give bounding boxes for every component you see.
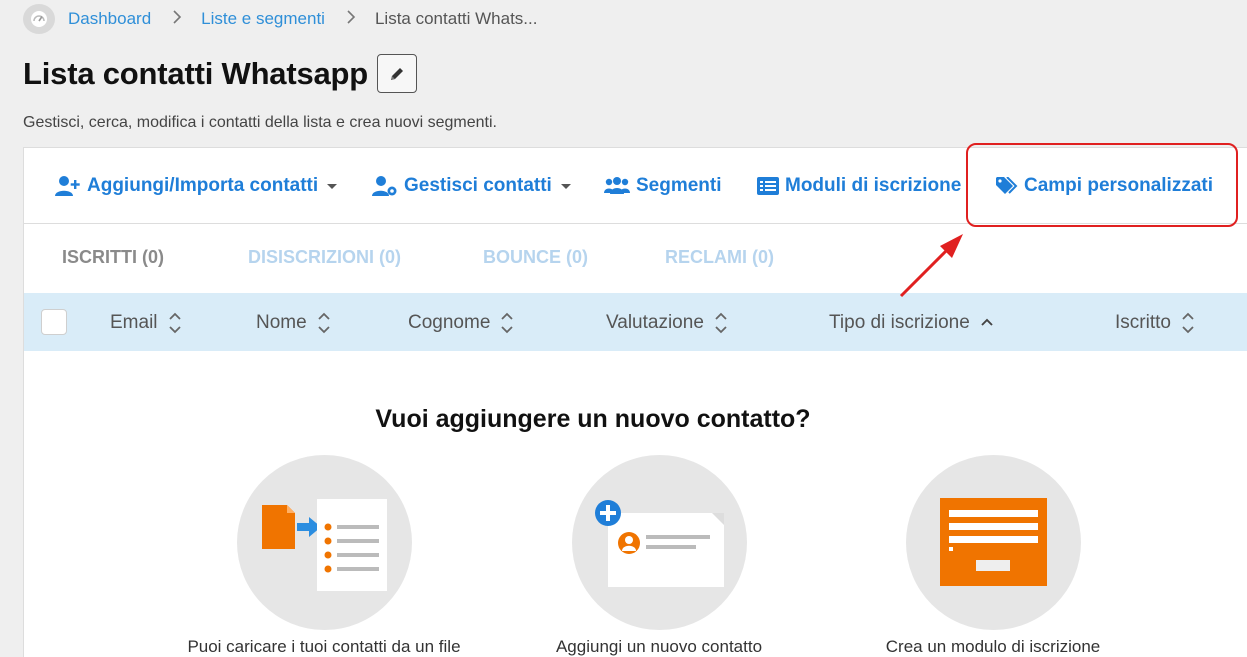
tab-bounce[interactable]: BOUNCE (0) (483, 247, 588, 268)
user-plus-icon (55, 176, 80, 196)
speedometer-icon[interactable] (23, 4, 55, 34)
caret-down-icon (560, 183, 571, 189)
user-gear-icon (372, 176, 397, 196)
custom-fields-label: Campi personalizzati (1024, 175, 1213, 196)
pencil-icon (391, 67, 404, 80)
column-email-label: Email (110, 312, 158, 333)
contacts-card: Aggiungi/Importa contatti Gestisci conta… (23, 143, 1247, 657)
forms-button[interactable]: Moduli di iscrizione (757, 171, 961, 201)
users-icon (604, 177, 630, 194)
select-all-checkbox[interactable] (41, 309, 67, 335)
contact-card-illustration-icon (571, 455, 747, 630)
sort-icon (168, 312, 181, 334)
empty-state-title: Vuoi aggiungere un nuovo contatto? (375, 405, 811, 433)
add-import-contacts-button[interactable]: Aggiungi/Importa contatti (55, 171, 338, 201)
tab-disiscrizioni[interactable]: DISISCRIZIONI (0) (248, 247, 401, 268)
table-header: Email Nome Cognome Valutazione Tipo di i… (24, 293, 1247, 351)
annotation-arrow-icon (899, 234, 963, 298)
title-row: Lista contatti Whatsapp (23, 54, 418, 93)
column-cognome-label: Cognome (408, 312, 491, 333)
tab-iscritti[interactable]: ISCRITTI (0) (62, 247, 164, 268)
create-form-text: Crea un modulo di iscrizione (885, 637, 1101, 656)
breadcrumb-current: Lista contatti Whats... (374, 9, 538, 28)
add-import-contacts-label: Aggiungi/Importa contatti (87, 175, 319, 196)
chevron-right-icon (172, 9, 182, 29)
tags-icon (996, 177, 1018, 194)
upload-from-file-text: Puoi caricare i tuoi contatti da un file (187, 637, 461, 656)
breadcrumb-dashboard[interactable]: Dashboard (68, 9, 151, 29)
upload-from-file-option[interactable]: Puoi caricare i tuoi contatti da un file (154, 455, 494, 657)
segments-label: Segmenti (636, 175, 722, 196)
chevron-right-icon (346, 9, 356, 29)
column-tipo-iscrizione-label: Tipo di iscrizione (829, 312, 970, 333)
create-form-option[interactable]: Crea un modulo di iscrizione (823, 455, 1163, 657)
column-iscritto-label: Iscritto (1115, 312, 1171, 333)
edit-title-button[interactable] (377, 54, 418, 93)
sort-icon (1182, 312, 1194, 334)
sort-icon (318, 312, 330, 334)
column-iscritto[interactable]: Iscritto (1115, 311, 1195, 335)
sort-ascending-icon (981, 318, 993, 326)
tabs: ISCRITTI (0) DISISCRIZIONI (0) BOUNCE (0… (24, 225, 1247, 293)
page-subtitle: Gestisci, cerca, modifica i contatti del… (23, 114, 497, 131)
breadcrumb-liste-segmenti[interactable]: Liste e segmenti (201, 9, 325, 29)
file-import-illustration-icon (236, 455, 412, 630)
caret-down-icon (327, 183, 338, 189)
column-valutazione-label: Valutazione (606, 312, 704, 333)
custom-fields-button[interactable]: Campi personalizzati (996, 171, 1213, 201)
form-list-icon (757, 177, 779, 195)
add-new-contact-option[interactable]: Aggiungi un nuovo contatto (489, 455, 829, 657)
column-email[interactable]: Email (110, 311, 182, 335)
add-new-contact-text: Aggiungi un nuovo contatto (555, 637, 763, 656)
manage-contacts-button[interactable]: Gestisci contatti (372, 171, 571, 201)
tab-reclami[interactable]: RECLAMI (0) (665, 247, 774, 268)
breadcrumb: Dashboard Liste e segmenti Lista contatt… (23, 4, 537, 34)
column-nome-label: Nome (256, 312, 307, 333)
column-nome[interactable]: Nome (256, 311, 331, 335)
toolbar: Aggiungi/Importa contatti Gestisci conta… (24, 143, 1247, 227)
page-title: Lista contatti Whatsapp (23, 55, 369, 91)
forms-label: Moduli di iscrizione (785, 175, 962, 196)
page: Dashboard Liste e segmenti Lista contatt… (0, 0, 1247, 657)
column-cognome[interactable]: Cognome (408, 311, 514, 335)
sort-icon (715, 312, 727, 334)
signup-form-illustration-icon (905, 455, 1081, 630)
segments-button[interactable]: Segmenti (604, 171, 722, 201)
column-tipo-iscrizione[interactable]: Tipo di iscrizione (829, 311, 994, 335)
manage-contacts-label: Gestisci contatti (404, 175, 552, 196)
sort-icon (501, 312, 514, 334)
column-valutazione[interactable]: Valutazione (606, 311, 728, 335)
